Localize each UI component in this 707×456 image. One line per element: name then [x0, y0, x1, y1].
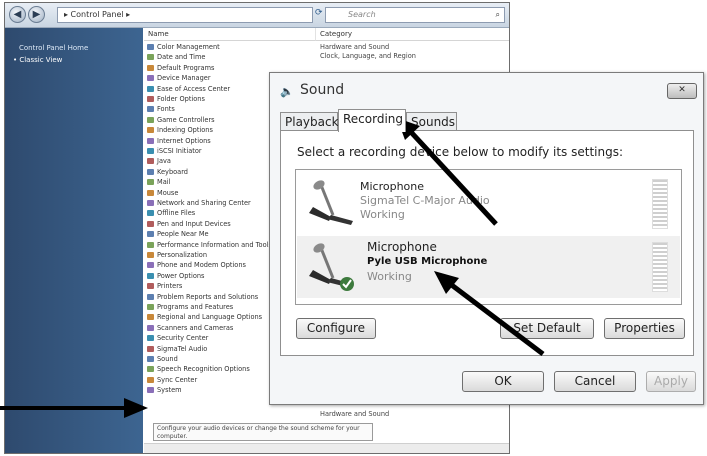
arrow-to-sound-item — [0, 398, 148, 418]
arrow-to-recording-tab — [397, 118, 498, 226]
arrow-to-usb-microphone — [434, 271, 545, 356]
annotation-arrows — [0, 118, 545, 418]
tab-recording[interactable]: Recording — [338, 109, 406, 132]
